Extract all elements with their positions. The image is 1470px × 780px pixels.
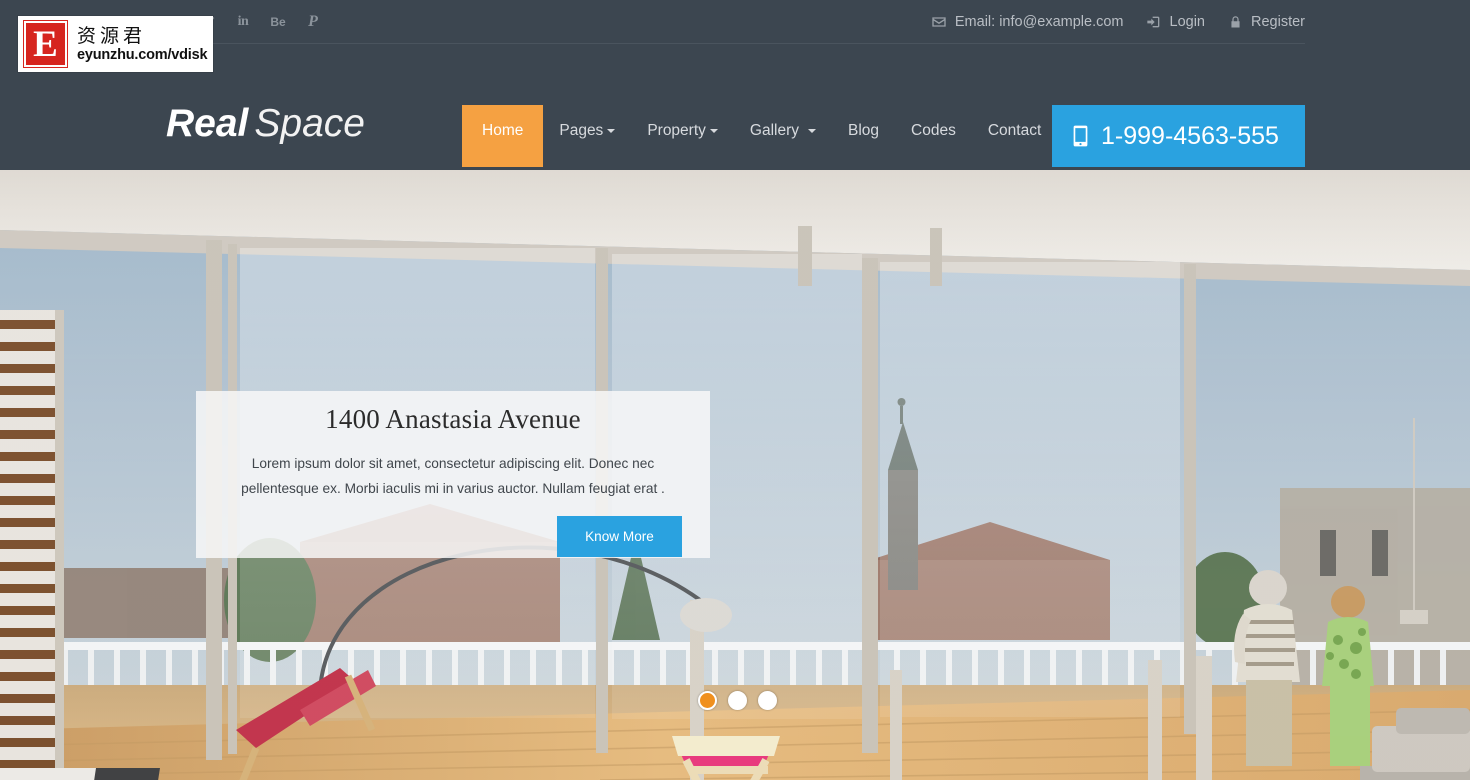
top-utility-bar-inner: in Be P Email: info@example.com Login Re… <box>165 0 1305 44</box>
brand-nav-row: Real Space Home Pages Property Gallery Bl… <box>0 44 1470 170</box>
nav-label-codes: Codes <box>911 122 956 139</box>
logo-text-primary: Real <box>166 102 249 145</box>
nav-item-blog[interactable]: Blog <box>832 105 895 167</box>
nav-label-home: Home <box>482 122 524 139</box>
watermark-url: eyunzhu.com/vdisk <box>77 46 208 63</box>
envelope-icon <box>931 14 948 30</box>
pinterest-icon[interactable]: P <box>305 11 321 33</box>
email-label: Email: info@example.com <box>954 14 1124 30</box>
watermark-chinese: 资源君 <box>77 24 147 47</box>
hero-carousel[interactable]: 1400 Anastasia Avenue Lorem ipsum dolor … <box>0 170 1470 780</box>
nav-item-codes[interactable]: Codes <box>895 105 972 167</box>
chevron-down-icon <box>808 128 817 133</box>
carousel-dot-3[interactable] <box>758 691 777 710</box>
logo-text-secondary: Space <box>254 102 365 145</box>
watermark-text: 资源君 eyunzhu.com/vdisk <box>77 24 208 64</box>
hero-description: Lorem ipsum dolor sit amet, consectetur … <box>241 456 665 496</box>
behance-icon[interactable]: Be <box>270 11 286 33</box>
nav-item-contact[interactable]: Contact <box>972 105 1057 167</box>
carousel-indicators <box>698 691 777 710</box>
nav-label-contact: Contact <box>987 122 1042 139</box>
watermark-logo: E 资源君 eyunzhu.com/vdisk <box>18 16 213 72</box>
register-link[interactable]: Register <box>1227 14 1305 30</box>
mobile-phone-icon <box>1068 118 1093 154</box>
nav-label-blog: Blog <box>848 122 880 139</box>
top-utility-bar: in Be P Email: info@example.com Login Re… <box>0 0 1470 44</box>
carousel-dot-2[interactable] <box>728 691 747 710</box>
nav-label-gallery: Gallery <box>749 122 800 139</box>
page-root: in Be P Email: info@example.com Login Re… <box>0 0 1470 780</box>
register-label: Register <box>1251 14 1305 30</box>
chevron-down-icon <box>607 128 616 133</box>
linkedin-icon[interactable]: in <box>235 11 251 33</box>
nav-item-home[interactable]: Home <box>462 105 544 167</box>
carousel-dot-1[interactable] <box>698 691 717 710</box>
nav-item-gallery[interactable]: Gallery <box>734 105 832 167</box>
nav-label-pages: Pages <box>559 122 604 139</box>
email-link[interactable]: Email: info@example.com <box>931 14 1124 30</box>
sign-in-icon <box>1146 14 1163 30</box>
nav-item-pages[interactable]: Pages <box>543 105 631 167</box>
lock-icon <box>1227 14 1244 30</box>
main-navigation: Home Pages Property Gallery Blog Codes C… <box>462 105 1057 211</box>
know-more-button[interactable]: Know More <box>557 516 682 557</box>
login-label: Login <box>1169 14 1205 30</box>
top-utility-right: Email: info@example.com Login Register <box>909 0 1305 44</box>
hero-title: 1400 Anastasia Avenue <box>325 404 581 434</box>
watermark-letter-icon: E <box>23 20 68 68</box>
site-header: in Be P Email: info@example.com Login Re… <box>0 0 1470 170</box>
chevron-down-icon <box>709 128 718 133</box>
site-logo[interactable]: Real Space <box>166 104 365 143</box>
login-link[interactable]: Login <box>1146 14 1205 30</box>
nav-label-property: Property <box>647 122 706 139</box>
phone-button[interactable]: 1-999-4563-555 <box>1052 105 1305 167</box>
nav-item-property[interactable]: Property <box>631 105 734 167</box>
phone-number: 1-999-4563-555 <box>1101 121 1279 150</box>
